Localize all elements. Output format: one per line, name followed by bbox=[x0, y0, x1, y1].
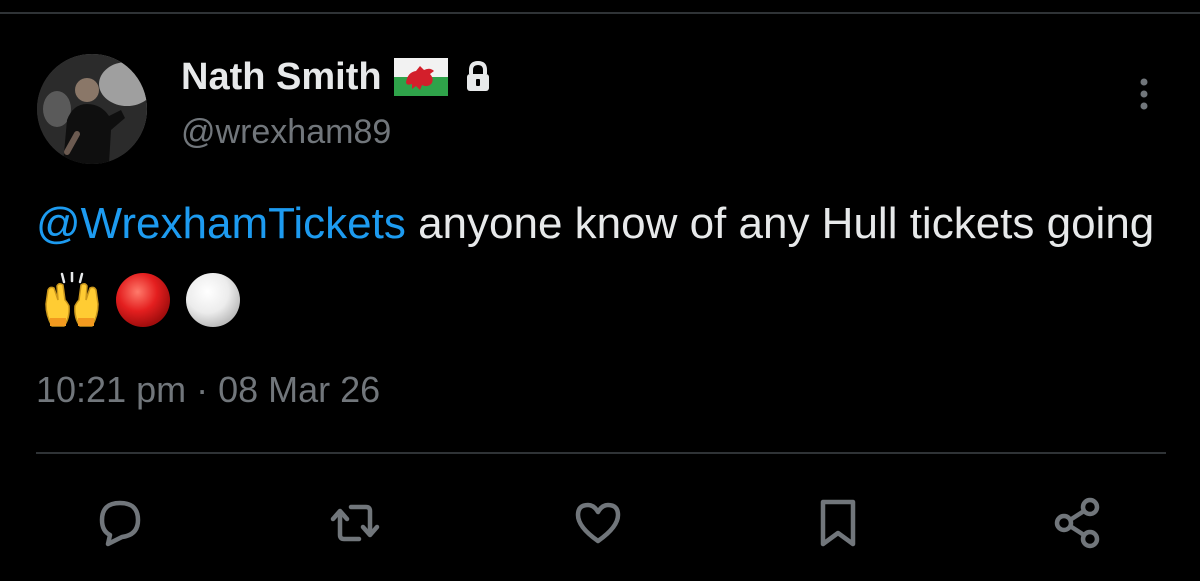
more-options-icon[interactable] bbox=[1129, 74, 1159, 114]
like-button[interactable] bbox=[570, 495, 626, 551]
top-divider bbox=[0, 12, 1200, 14]
repost-icon bbox=[330, 504, 380, 542]
heart-icon bbox=[575, 502, 621, 544]
avatar[interactable] bbox=[37, 54, 147, 164]
author-name-row[interactable]: Nath Smith bbox=[181, 55, 492, 99]
lock-icon bbox=[464, 60, 492, 94]
reply-button[interactable] bbox=[92, 495, 148, 551]
white-circle-emoji bbox=[186, 273, 241, 328]
author-display-name[interactable]: Nath Smith bbox=[181, 55, 382, 99]
bookmark-icon bbox=[820, 499, 856, 547]
author-handle[interactable]: @wrexham89 bbox=[181, 112, 391, 152]
mention-link[interactable]: @WrexhamTickets bbox=[36, 199, 406, 248]
share-icon bbox=[1054, 497, 1100, 549]
wales-flag-icon bbox=[393, 58, 448, 96]
tweet-text: @WrexhamTickets anyone know of any Hull … bbox=[36, 191, 1156, 331]
emoji-group bbox=[42, 265, 242, 331]
actions-divider bbox=[36, 452, 1166, 454]
share-button[interactable] bbox=[1050, 495, 1106, 551]
tweet-timestamp[interactable]: 10:21 pm · 08 Mar 26 bbox=[36, 368, 380, 412]
red-circle-emoji bbox=[116, 273, 171, 328]
reply-icon bbox=[99, 500, 141, 547]
bookmark-button[interactable] bbox=[810, 495, 866, 551]
repost-button[interactable] bbox=[327, 495, 383, 551]
tweet-body: anyone know of any Hull tickets going bbox=[405, 199, 1155, 248]
raising-hands-emoji bbox=[45, 272, 99, 328]
